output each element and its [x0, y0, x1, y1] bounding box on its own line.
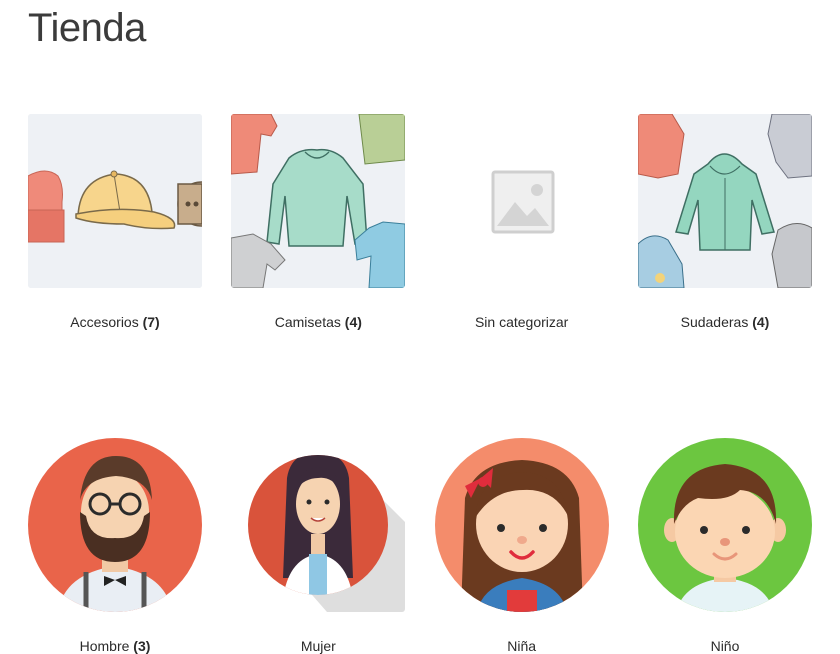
- category-caption[interactable]: Sudaderas (4): [638, 314, 812, 330]
- category-name: Hombre: [79, 638, 130, 654]
- boy-avatar-image[interactable]: [637, 438, 812, 612]
- category-card-camisetas[interactable]: Camisetas (4): [231, 114, 406, 330]
- category-count: (7): [142, 314, 160, 330]
- category-card-accesorios[interactable]: Accesorios (7): [28, 114, 202, 330]
- category-card-mujer[interactable]: Mujer: [231, 438, 406, 654]
- category-caption[interactable]: Accesorios (7): [28, 314, 202, 330]
- page-title: Tienda: [28, 6, 146, 50]
- category-card-nino[interactable]: Niño: [637, 438, 812, 654]
- category-caption[interactable]: Mujer: [231, 638, 405, 654]
- man-avatar-image[interactable]: [28, 438, 202, 612]
- tshirts-image[interactable]: [231, 114, 406, 288]
- girl-avatar-image[interactable]: [434, 438, 609, 612]
- category-caption[interactable]: Sin categorizar: [435, 314, 609, 330]
- category-grid: Accesorios (7) Camisetas (4) Sin categor…: [28, 114, 812, 654]
- category-caption[interactable]: Hombre (3): [28, 638, 202, 654]
- category-count: (4): [752, 314, 770, 330]
- category-card-sin-categorizar[interactable]: Sin categorizar: [434, 114, 609, 330]
- category-name: Sin categorizar: [474, 314, 569, 330]
- category-name: Sudaderas: [680, 314, 749, 330]
- category-caption[interactable]: Niña: [435, 638, 609, 654]
- category-count: (3): [133, 638, 151, 654]
- category-row-1: Accesorios (7) Camisetas (4) Sin categor…: [28, 114, 812, 330]
- category-name: Mujer: [300, 638, 336, 654]
- category-row-2: Hombre (3) Mujer Niña Niño: [28, 438, 812, 654]
- category-name: Niño: [710, 638, 740, 654]
- category-name: Niña: [507, 638, 537, 654]
- woman-avatar-image[interactable]: [231, 438, 406, 612]
- placeholder-image-icon[interactable]: [434, 114, 609, 288]
- category-count: (4): [344, 314, 362, 330]
- accessories-image[interactable]: [28, 114, 202, 288]
- category-card-nina[interactable]: Niña: [434, 438, 609, 654]
- category-caption[interactable]: Camisetas (4): [231, 314, 405, 330]
- hoodies-image[interactable]: [637, 114, 812, 288]
- category-caption[interactable]: Niño: [638, 638, 812, 654]
- category-card-sudaderas[interactable]: Sudaderas (4): [637, 114, 812, 330]
- category-card-hombre[interactable]: Hombre (3): [28, 438, 202, 654]
- category-name: Accesorios: [70, 314, 139, 330]
- category-name: Camisetas: [274, 314, 341, 330]
